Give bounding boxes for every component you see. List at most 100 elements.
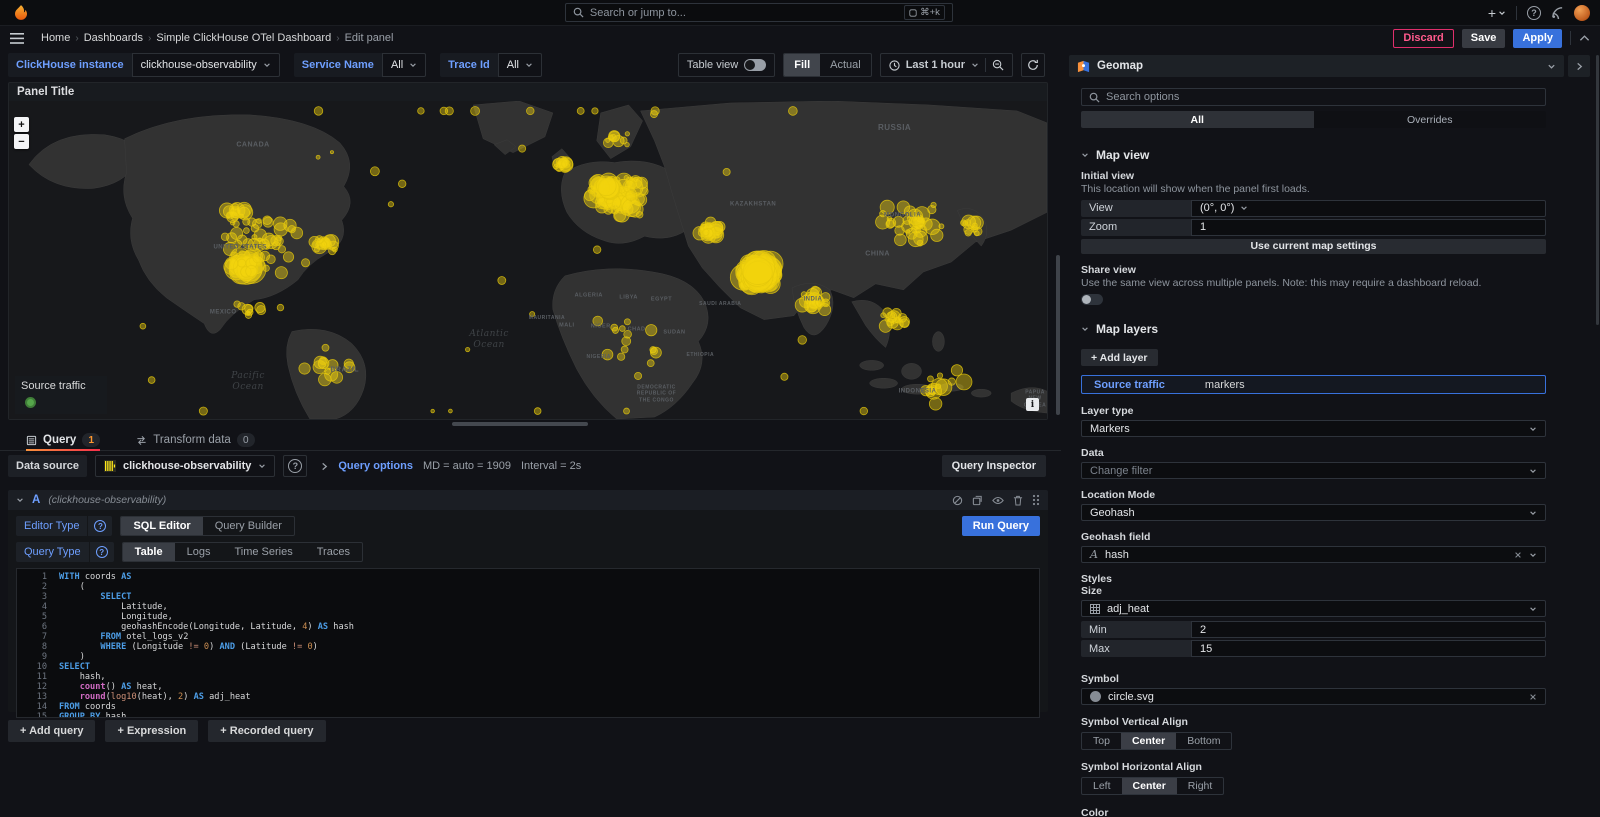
query-type-help-icon[interactable]: ? (90, 542, 114, 562)
breadcrumb-home[interactable]: Home (41, 32, 70, 44)
map-attribution-info-icon[interactable]: i (1026, 398, 1039, 411)
disable-query-icon[interactable] (952, 495, 963, 506)
apply-button[interactable]: Apply (1513, 29, 1562, 48)
sql-code-editor[interactable]: 1WITH coords AS2 (3 SELECT4 Latitude,5 L… (16, 568, 1040, 718)
min-input[interactable]: 2 (1191, 621, 1546, 638)
variable-value-dropdown[interactable]: All (382, 53, 426, 77)
map-canvas[interactable]: CANADARUSSIAUNITED STATESMEXICOBRAZILKAZ… (9, 101, 1047, 419)
recorded-query-button[interactable]: + Recorded query (208, 720, 325, 742)
clear-icon[interactable] (1529, 693, 1537, 701)
datasource-help-button[interactable]: ? (283, 455, 307, 477)
collapse-options-button[interactable] (1568, 55, 1590, 77)
query-card-header[interactable]: A (clickhouse-observability) (8, 490, 1048, 510)
top-nav-right: + ? (1488, 5, 1590, 21)
variable-label: ClickHouse instance (8, 53, 132, 77)
sql-editor-option[interactable]: SQL Editor (121, 517, 202, 535)
time-range-picker[interactable]: Last 1 hour (880, 53, 1013, 77)
tab-transform-data[interactable]: Transform data 0 (136, 430, 255, 450)
data-select[interactable]: Change filter (1081, 462, 1546, 479)
use-current-map-settings-button[interactable]: Use current map settings (1081, 239, 1546, 254)
map-zoom-out-button[interactable]: − (14, 134, 29, 149)
remove-query-icon[interactable] (1013, 495, 1023, 506)
run-query-button[interactable]: Run Query (962, 516, 1040, 536)
align-center-option[interactable]: Center (1121, 733, 1176, 749)
traces-option[interactable]: Traces (305, 543, 362, 561)
variable-value-dropdown[interactable]: clickhouse-observability (132, 53, 280, 77)
user-avatar[interactable] (1574, 5, 1590, 21)
view-select[interactable]: (0°, 0°) (1191, 200, 1546, 217)
query-builder-option[interactable]: Query Builder (203, 517, 294, 535)
geohash-field-select[interactable]: A hash (1081, 546, 1546, 563)
refresh-button[interactable] (1021, 53, 1045, 77)
size-field-select[interactable]: adj_heat (1081, 600, 1546, 617)
align-center-option[interactable]: Center (1122, 778, 1177, 794)
drag-handle[interactable] (1032, 494, 1040, 506)
editor-type-help-icon[interactable]: ? (88, 516, 112, 536)
table-option[interactable]: Table (123, 543, 175, 561)
query-type-segmented: Table Logs Time Series Traces (122, 542, 363, 562)
tab-query[interactable]: Query 1 (26, 430, 100, 450)
panel-title[interactable]: Panel Title (9, 83, 1047, 101)
expression-button[interactable]: + Expression (105, 720, 198, 742)
hide-response-icon[interactable] (992, 496, 1004, 505)
panel-type-header: Geomap (1069, 55, 1590, 77)
left-pane-scrollbar[interactable] (1056, 255, 1060, 415)
breadcrumb-dashboard-name[interactable]: Simple ClickHouse OTel Dashboard (156, 32, 331, 44)
geomap-panel-icon (1077, 60, 1090, 73)
add-layer-button[interactable]: + Add layer (1081, 349, 1158, 366)
breadcrumb-bar: Home › Dashboards › Simple ClickHouse OT… (0, 26, 1600, 50)
location-mode-select[interactable]: Geohash (1081, 504, 1546, 521)
layer-type-select[interactable]: Markers (1081, 420, 1546, 437)
menu-icon[interactable] (10, 33, 24, 44)
logs-option[interactable]: Logs (175, 543, 223, 561)
variable-value-dropdown[interactable]: All (498, 53, 542, 77)
table-view-toggle[interactable]: Table view (678, 53, 775, 77)
map-zoom-in-button[interactable]: + (14, 117, 29, 132)
align-top-option[interactable]: Top (1082, 733, 1121, 749)
save-button[interactable]: Save (1462, 29, 1506, 48)
section-map-layers[interactable]: Map layers (1081, 322, 1546, 336)
tab-all[interactable]: All (1081, 111, 1314, 128)
duplicate-query-icon[interactable] (972, 495, 983, 506)
zoom-out-icon[interactable] (992, 59, 1004, 71)
add-query-button[interactable]: + Add query (8, 720, 95, 742)
help-icon: ? (288, 459, 302, 473)
query-options-toggle[interactable]: Query options MD = auto = 1909 Interval … (321, 460, 581, 472)
share-view-toggle[interactable] (1081, 294, 1103, 305)
max-data-points-text: MD = auto = 1909 (423, 460, 511, 472)
symbol-select[interactable]: circle.svg (1081, 688, 1546, 705)
divider (985, 58, 986, 72)
search-input[interactable]: Search or jump to... ⌘+k (565, 3, 953, 22)
discard-button[interactable]: Discard (1393, 29, 1453, 48)
align-right-option[interactable]: Right (1177, 778, 1224, 794)
chevron-up-icon[interactable] (1579, 34, 1590, 42)
options-search-input[interactable]: Search options (1081, 88, 1546, 106)
new-button[interactable]: + (1488, 5, 1506, 21)
breadcrumb-dashboards[interactable]: Dashboards (84, 32, 143, 44)
max-input[interactable]: 15 (1191, 640, 1546, 657)
news-icon[interactable] (1551, 6, 1564, 19)
grafana-logo-icon[interactable] (12, 4, 30, 22)
zoom-input[interactable]: 1 (1191, 219, 1546, 236)
data-label: Data (1081, 447, 1546, 459)
actual-option[interactable]: Actual (820, 54, 871, 76)
clear-icon[interactable] (1514, 551, 1522, 559)
align-left-option[interactable]: Left (1082, 778, 1122, 794)
clock-icon (889, 60, 900, 71)
fill-actual-segmented: Fill Actual (783, 53, 871, 77)
fill-option[interactable]: Fill (784, 54, 820, 76)
panel-type-select[interactable]: Geomap (1069, 55, 1564, 77)
align-bottom-option[interactable]: Bottom (1176, 733, 1231, 749)
tab-overrides[interactable]: Overrides (1314, 111, 1547, 128)
query-card: A (clickhouse-observability) Editor Type… (8, 490, 1048, 712)
help-icon[interactable]: ? (1527, 6, 1541, 20)
query-inspector-button[interactable]: Query Inspector (942, 455, 1046, 477)
text-field-icon: A (1090, 548, 1098, 561)
datasource-picker[interactable]: clickhouse-observability (95, 455, 275, 477)
toggle-off[interactable] (744, 59, 766, 71)
options-scrollbar[interactable] (1596, 55, 1599, 325)
section-map-view[interactable]: Map view (1081, 148, 1546, 162)
panel-resize-handle[interactable] (452, 422, 588, 426)
layer-item-source-traffic[interactable]: Source traffic markers (1081, 375, 1546, 394)
time-series-option[interactable]: Time Series (222, 543, 304, 561)
